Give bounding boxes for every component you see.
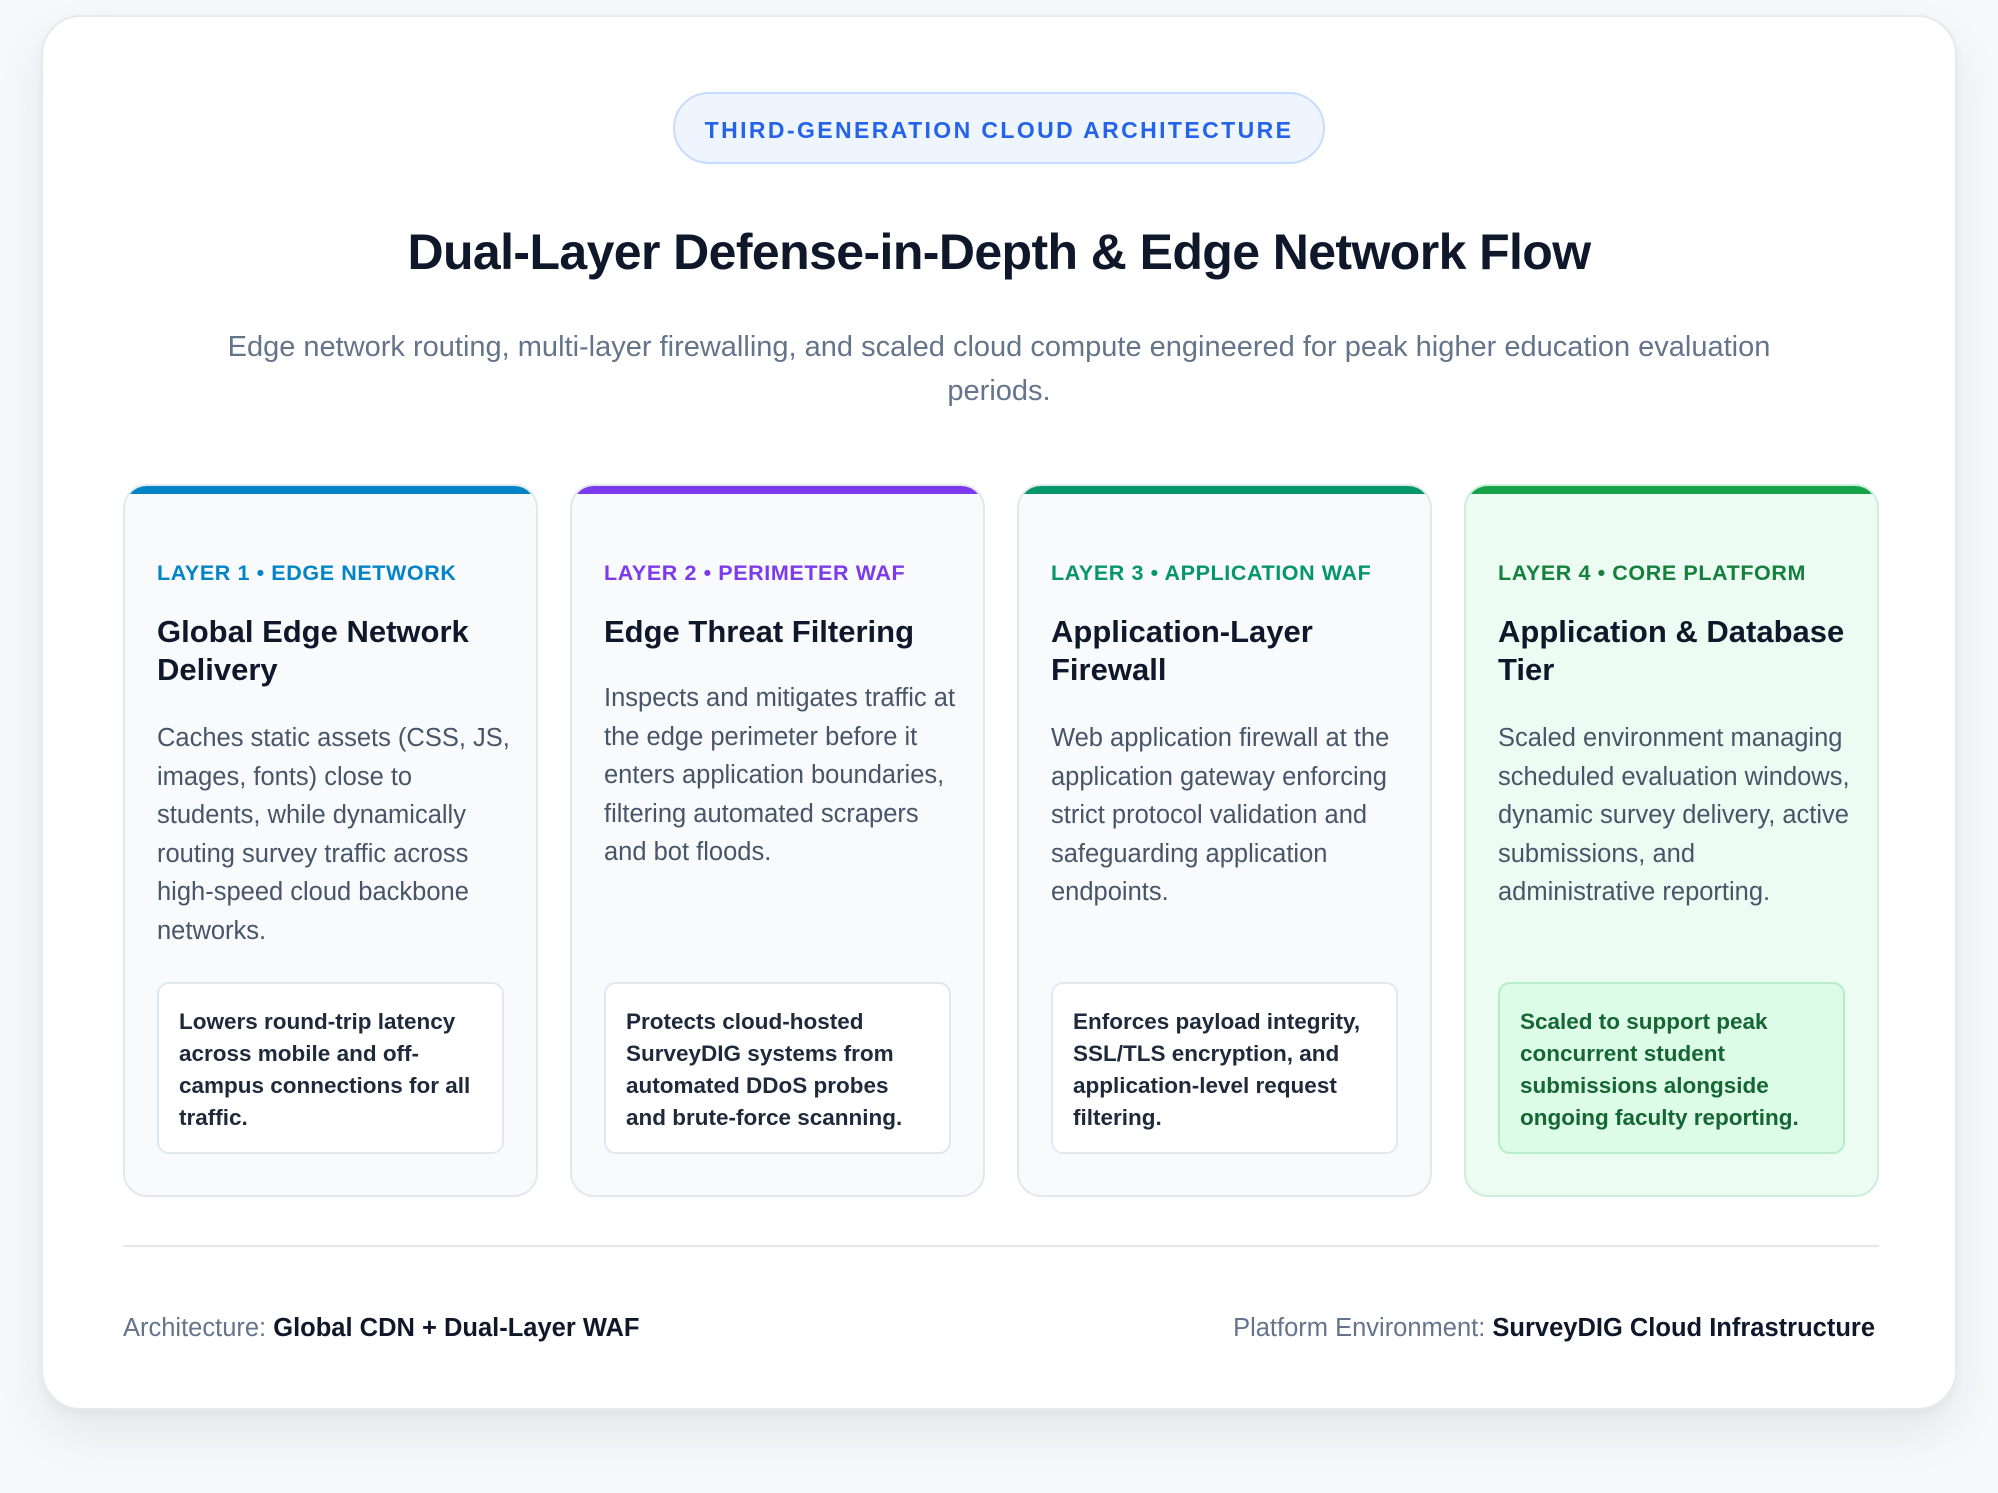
layer-tag: LAYER 3 • APPLICATION WAF bbox=[1051, 561, 1372, 585]
layer-accent-bar bbox=[125, 486, 536, 494]
badge-row: THIRD-GENERATION CLOUD ARCHITECTURE bbox=[43, 92, 1955, 164]
layer-benefit-note: Protects cloud-hosted SurveyDIG systems … bbox=[604, 982, 951, 1154]
footer-architecture-label: Architecture: bbox=[123, 1314, 267, 1342]
layer-heading: Global Edge Network Delivery bbox=[157, 614, 469, 687]
layer-heading: Application-Layer Firewall bbox=[1051, 614, 1313, 687]
footer-architecture-value: Global CDN + Dual-Layer WAF bbox=[273, 1314, 640, 1342]
layer-benefit-note: Scaled to support peak concurrent studen… bbox=[1498, 982, 1845, 1154]
footer-environment-value: SurveyDIG Cloud Infrastructure bbox=[1492, 1314, 1875, 1342]
layer-description: Web application firewall at the applicat… bbox=[1051, 724, 1390, 907]
layer-accent-bar bbox=[572, 486, 983, 494]
generation-badge: THIRD-GENERATION CLOUD ARCHITECTURE bbox=[672, 92, 1326, 164]
layer-tag: LAYER 1 • EDGE NETWORK bbox=[157, 561, 457, 585]
layer-description: Caches static assets (CSS, JS, images, f… bbox=[157, 724, 510, 945]
layer-benefit-note: Enforces payload integrity, SSL/TLS encr… bbox=[1051, 982, 1398, 1154]
layer-heading: Edge Threat Filtering bbox=[604, 614, 915, 649]
footer-environment-label: Platform Environment: bbox=[1233, 1314, 1486, 1342]
footer-divider bbox=[123, 1245, 1879, 1247]
page-subtitle: Edge network routing, multi-layer firewa… bbox=[227, 331, 1771, 407]
architecture-card: THIRD-GENERATION CLOUD ARCHITECTURE Dual… bbox=[41, 15, 1957, 1410]
layer-tag: LAYER 4 • CORE PLATFORM bbox=[1498, 561, 1807, 585]
layer-card-edge-network: LAYER 1 • EDGE NETWORK Global Edge Netwo… bbox=[123, 484, 538, 1197]
layer-flow: LAYER 1 • EDGE NETWORK Global Edge Netwo… bbox=[123, 484, 1879, 1197]
page-title: Dual-Layer Defense-in-Depth & Edge Netwo… bbox=[407, 224, 1591, 280]
layer-accent-bar bbox=[1466, 486, 1877, 494]
layer-benefit-note: Lowers round-trip latency across mobile … bbox=[157, 982, 504, 1154]
layer-tag: LAYER 2 • PERIMETER WAF bbox=[604, 561, 906, 585]
footer-architecture: Architecture: Global CDN + Dual-Layer WA… bbox=[123, 1314, 640, 1343]
layer-card-application-waf: LAYER 3 • APPLICATION WAF Application-La… bbox=[1017, 484, 1432, 1197]
layer-description: Inspects and mitigates traffic at the ed… bbox=[604, 684, 956, 867]
layer-card-core-platform: LAYER 4 • CORE PLATFORM Application & Da… bbox=[1464, 484, 1879, 1197]
layer-card-perimeter-waf: LAYER 2 • PERIMETER WAF Edge Threat Filt… bbox=[570, 484, 985, 1197]
layer-accent-bar bbox=[1019, 486, 1430, 494]
footer-environment: Platform Environment: SurveyDIG Cloud In… bbox=[1233, 1314, 1875, 1343]
layer-description: Scaled environment managing scheduled ev… bbox=[1498, 724, 1850, 907]
layer-heading: Application & Database Tier bbox=[1498, 614, 1845, 687]
